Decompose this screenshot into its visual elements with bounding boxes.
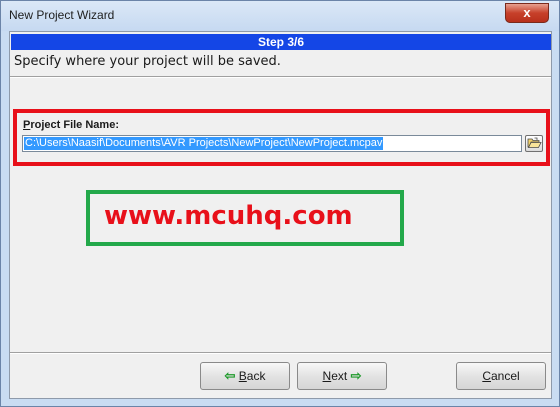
cancel-hotkey: C <box>482 369 491 383</box>
project-file-path-input[interactable]: C:\Users\Naasif\Documents\AVR Projects\N… <box>22 135 522 152</box>
next-label: ext <box>331 369 348 383</box>
footer-divider <box>10 352 551 354</box>
cancel-label: ancel <box>490 369 520 383</box>
back-button[interactable]: ⇦ Back <box>200 362 290 390</box>
back-hotkey: B <box>238 369 247 383</box>
project-file-name-label: Project File Name: <box>23 119 119 131</box>
close-button[interactable]: x <box>505 3 549 23</box>
label-text: roject File Name: <box>30 119 119 131</box>
title-bar[interactable]: New Project Wizard x <box>1 1 559 31</box>
window-title: New Project Wizard <box>9 8 115 22</box>
next-button[interactable]: Next ⇨ <box>297 362 387 390</box>
next-arrow-icon: ⇨ <box>350 368 362 383</box>
wizard-client-area: Step 3/6 Specify where your project will… <box>9 31 552 399</box>
step-instruction: Specify where your project will be saved… <box>14 54 281 69</box>
cancel-button[interactable]: Cancel <box>456 362 546 390</box>
step-indicator: Step 3/6 <box>11 34 551 50</box>
project-file-path-value: C:\Users\Naasif\Documents\AVR Projects\N… <box>24 137 384 150</box>
next-hotkey: N <box>322 369 332 383</box>
project-file-highlight-box: Project File Name: C:\Users\Naasif\Docum… <box>13 109 550 166</box>
back-arrow-icon: ⇦ <box>224 368 236 383</box>
browse-button[interactable] <box>525 135 543 152</box>
wizard-window: New Project Wizard x Step 3/6 Specify wh… <box>0 0 560 407</box>
back-label: ack <box>246 369 266 383</box>
watermark-box: www.mcuhq.com <box>86 190 404 246</box>
folder-open-icon <box>527 137 542 148</box>
header-divider <box>10 76 551 78</box>
close-icon: x <box>523 5 531 20</box>
watermark-text: www.mcuhq.com <box>104 201 353 231</box>
